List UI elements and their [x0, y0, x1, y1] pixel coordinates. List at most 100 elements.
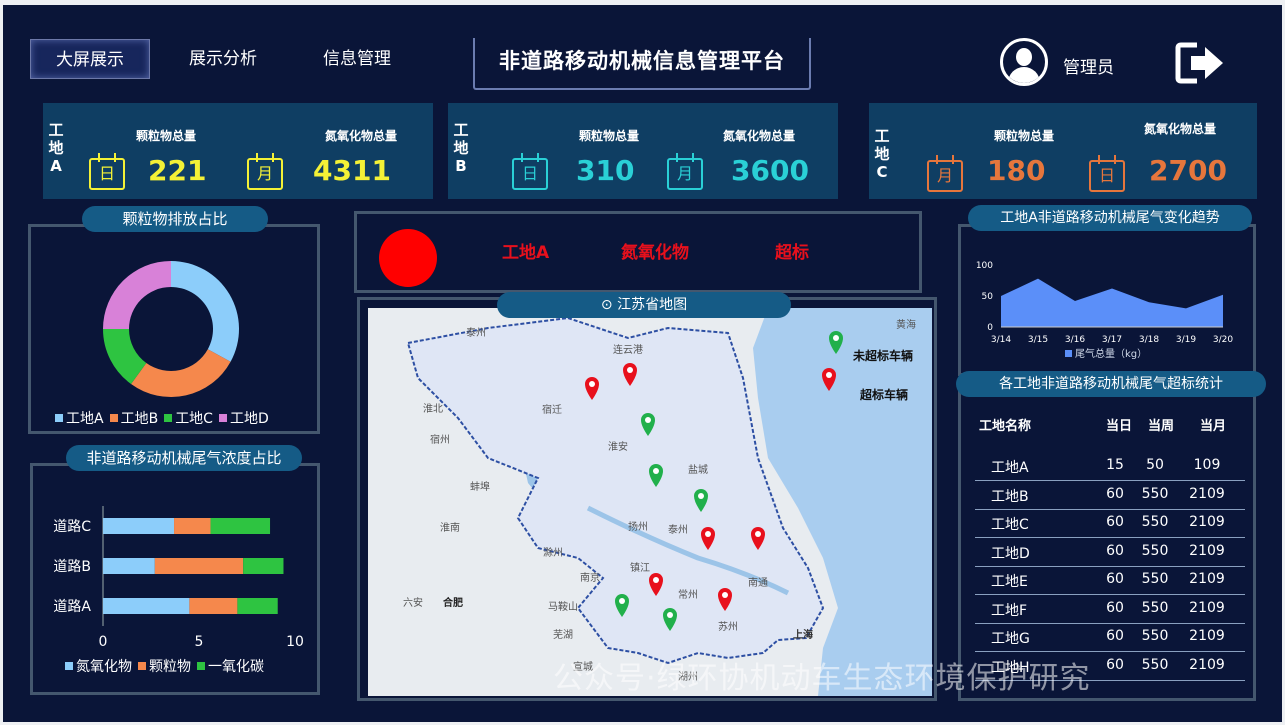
calendar-day-icon: 日	[1089, 155, 1125, 192]
col-header-month: 当月	[1200, 419, 1227, 434]
legend-item-particulate: 颗粒物	[138, 656, 191, 676]
svg-text:淮安: 淮安	[608, 440, 628, 453]
cell-site: 工地D	[991, 545, 1030, 562]
particulate-value: 310	[576, 154, 635, 187]
table-row[interactable]: 工地A 15 50 109	[975, 453, 1245, 481]
user-avatar-icon[interactable]	[1000, 38, 1048, 86]
col-header-day: 当日	[1106, 419, 1133, 434]
cell-month: 2109	[1189, 656, 1225, 673]
cell-day: 60	[1106, 599, 1124, 616]
exhaust-trend-panel: 0 50 100 3/14 3/15 3/16 3/17 3/18 3/19 3/20 尾气总量（…	[958, 224, 1256, 376]
dashboard-screen: 大屏展示 展示分析 信息管理 非道路移动机械信息管理平台 管理员 工地A 颗粒物…	[3, 5, 1282, 722]
particulate-share-title: 颗粒物排放占比	[82, 206, 268, 232]
bar-道路B-氮氧化物[interactable]	[103, 558, 155, 574]
watermark: 公众号·绿环协机动车生态环境保护研究	[553, 661, 1091, 696]
x-tick-label: 10	[286, 634, 304, 650]
exhaust-concentration-title: 非道路移动机械尾气浓度占比	[66, 445, 302, 471]
legend-item-nox: 氮氧化物	[65, 656, 132, 676]
calendar-day-icon: 日	[89, 153, 125, 190]
alert-site: 工地A	[502, 243, 550, 263]
table-row[interactable]: 工地B 60 550 2109	[975, 482, 1245, 510]
nox-label: 氮氧化物总量	[723, 129, 796, 143]
stat-card-site-c: 工地C 颗粒物总量 月 180 氮氧化物总量 日 2700	[869, 103, 1257, 199]
nox-label: 氮氧化物总量	[1144, 122, 1217, 136]
svg-text:淮南: 淮南	[440, 521, 460, 534]
svg-text:苏州: 苏州	[718, 620, 738, 633]
stat-card-site-a: 工地A 颗粒物总量 日 221 氮氧化物总量 月 4311	[43, 103, 433, 199]
cell-month: 2109	[1189, 599, 1225, 616]
calendar-month-icon: 月	[667, 153, 703, 190]
y-tick-label: 0	[987, 323, 993, 333]
cell-site: 工地C	[991, 517, 1029, 533]
y-tick-label: 道路C	[53, 519, 91, 535]
x-tick-label: 5	[195, 634, 204, 650]
bar-道路C-颗粒物[interactable]	[174, 518, 211, 534]
table-row[interactable]: 工地G 60 550 2109	[975, 624, 1245, 652]
area-chart: 0 50 100 3/14 3/15 3/16 3/17 3/18 3/19 3/20	[976, 261, 1234, 345]
calendar-day-icon: 日	[512, 153, 548, 190]
cell-day: 60	[1106, 485, 1124, 502]
donut-slice-工地D[interactable]	[103, 261, 171, 329]
calendar-month-icon: 月	[247, 153, 283, 190]
legend-item-co: 一氧化碳	[197, 656, 264, 676]
cell-week: 550	[1141, 485, 1169, 502]
table-row[interactable]: 工地C 60 550 2109	[975, 510, 1245, 538]
nox-value: 3600	[731, 154, 809, 187]
bar-道路A-氮氧化物[interactable]	[103, 598, 190, 614]
donut-slice-工地A[interactable]	[171, 261, 239, 362]
y-tick-label: 道路B	[53, 559, 91, 575]
bar-道路C-一氧化碳[interactable]	[210, 518, 271, 534]
svg-text:黄海: 黄海	[896, 318, 916, 331]
logout-icon[interactable]	[1175, 41, 1227, 85]
table-row[interactable]: 工地D 60 550 2109	[975, 539, 1245, 567]
svg-text:蚌埠: 蚌埠	[470, 480, 490, 493]
trend-legend: 尾气总量（kg）	[1065, 345, 1147, 360]
svg-text:泰州: 泰州	[668, 523, 688, 536]
trend-area[interactable]	[1001, 278, 1223, 327]
cell-month: 2109	[1189, 628, 1225, 644]
legend-item-site-d: 工地D	[218, 408, 269, 428]
particulate-label: 颗粒物总量	[994, 129, 1055, 143]
x-tick-label: 3/14	[991, 335, 1011, 345]
x-tick-label: 3/19	[1176, 335, 1196, 345]
bar-道路A-颗粒物[interactable]	[189, 598, 238, 614]
bar-道路B-一氧化碳[interactable]	[243, 558, 284, 574]
bar-道路A-一氧化碳[interactable]	[237, 598, 278, 614]
col-header-site: 工地名称	[979, 419, 1032, 434]
platform-title-frame: 非道路移动机械信息管理平台	[473, 38, 811, 90]
col-header-week: 当周	[1148, 419, 1175, 434]
cell-week: 550	[1141, 542, 1169, 559]
svg-text:盐城: 盐城	[688, 463, 708, 476]
legend-item-site-c: 工地C	[164, 408, 213, 428]
user-name[interactable]: 管理员	[1063, 53, 1114, 78]
exhaust-concentration-panel: 道路A 道路B 道路C 0 5 10 氮氧化物 颗粒物 一氧化碳	[30, 463, 320, 695]
legend-item-site-a: 工地A	[55, 408, 104, 428]
nox-label: 氮氧化物总量	[325, 129, 398, 143]
cell-site: 工地G	[991, 631, 1030, 647]
svg-text:南京: 南京	[580, 571, 600, 584]
particulate-value: 180	[987, 154, 1046, 187]
cell-site: 工地F	[991, 602, 1028, 619]
svg-text:泰州: 泰州	[466, 326, 486, 339]
table-row[interactable]: 工地F 60 550 2109	[975, 596, 1245, 624]
exceed-stats-title: 各工地非道路移动机械尾气超标统计	[956, 371, 1266, 397]
donut-slice-工地B[interactable]	[131, 349, 231, 397]
cell-month: 2109	[1189, 571, 1225, 587]
alert-indicator-icon	[379, 229, 437, 287]
cell-week: 550	[1141, 599, 1169, 616]
map-canvas[interactable]: 泰州 连云港 淮北 宿迁 宿州 淮安 盐城 蚌埠 淮南 滁州 扬州 泰州 南京 …	[368, 308, 932, 696]
nav-dashboard[interactable]: 大屏展示	[30, 39, 150, 79]
svg-text:马鞍山: 马鞍山	[548, 600, 578, 613]
nav-info-management[interactable]: 信息管理	[297, 39, 417, 79]
cell-week: 550	[1141, 514, 1169, 530]
table-row[interactable]: 工地E 60 550 2109	[975, 567, 1245, 595]
donut-legend: 工地A 工地B 工地C 工地D	[55, 408, 269, 428]
bar-道路C-氮氧化物[interactable]	[103, 518, 175, 534]
nav-analysis[interactable]: 展示分析	[163, 39, 283, 79]
cell-day: 60	[1106, 542, 1124, 559]
calendar-month-icon: 月	[927, 155, 963, 192]
particulate-value: 221	[148, 154, 207, 187]
svg-text:连云港: 连云港	[613, 343, 643, 356]
exhaust-trend-title: 工地A非道路移动机械尾气变化趋势	[968, 205, 1252, 231]
bar-道路B-颗粒物[interactable]	[154, 558, 244, 574]
